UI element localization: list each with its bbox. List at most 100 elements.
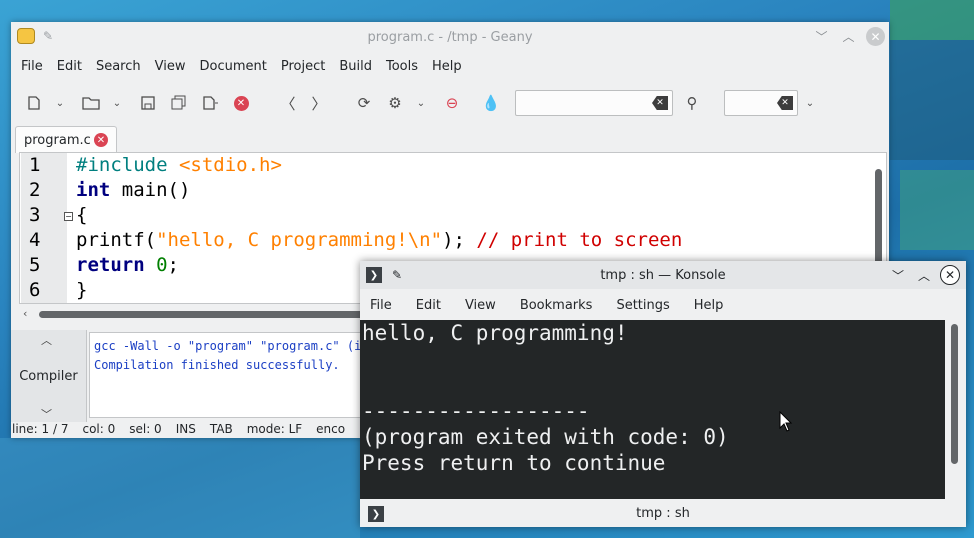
code-text: }: [76, 279, 88, 301]
save-all-icon[interactable]: [168, 92, 190, 114]
code-line: #include <stdio.h>: [76, 154, 282, 176]
goto-line-input[interactable]: ✕: [724, 90, 798, 116]
chevron-down-icon: ﹀: [891, 268, 904, 283]
desktop-shape: [900, 170, 974, 250]
pin-icon[interactable]: ✎: [392, 268, 402, 282]
line-number-gutter: 1 2 3 4 5 6: [21, 153, 67, 303]
stop-icon[interactable]: ⊖: [441, 92, 463, 114]
window-title: program.c - /tmp - Geany: [367, 29, 533, 45]
menu-file[interactable]: File: [21, 59, 43, 74]
maximize-button[interactable]: ︿: [914, 265, 934, 285]
code-line: int main(): [76, 179, 190, 201]
konsole-tabbar: ❯ tmp : sh: [360, 500, 966, 527]
menu-project[interactable]: Project: [281, 59, 325, 74]
menu-help[interactable]: Help: [694, 298, 724, 313]
scroll-thumb[interactable]: [39, 311, 369, 318]
code-text: );: [442, 229, 477, 251]
pin-icon[interactable]: ✎: [43, 29, 53, 43]
minimize-button[interactable]: ﹀: [888, 265, 908, 285]
tab-compiler[interactable]: ︿ Compiler ﹀: [11, 330, 87, 422]
keyword: return: [76, 254, 145, 276]
scroll-thumb[interactable]: [951, 324, 958, 464]
reload-icon[interactable]: ⟳: [353, 92, 375, 114]
mouse-pointer-icon: [779, 411, 793, 432]
open-folder-icon[interactable]: [80, 92, 102, 114]
back-icon[interactable]: 〈: [277, 92, 299, 114]
status-sel: sel: 0: [129, 422, 162, 436]
terminal-output[interactable]: hello, C programming! ------------------…: [360, 320, 945, 499]
clear-icon[interactable]: ✕: [777, 96, 793, 110]
clear-icon[interactable]: ✕: [652, 96, 668, 110]
konsole-titlebar: ❯ ✎ tmp : sh — Konsole ﹀ ︿ ✕: [360, 261, 966, 289]
close-icon: ✕: [944, 268, 956, 282]
forward-icon[interactable]: 〉: [308, 92, 330, 114]
tab-program-c[interactable]: program.c ✕: [15, 126, 117, 153]
konsole-menubar: File Edit View Bookmarks Settings Help: [360, 291, 966, 319]
build-icon[interactable]: ⚙: [384, 92, 406, 114]
menu-file[interactable]: File: [370, 298, 392, 313]
chevron-down-icon[interactable]: ⌄: [54, 92, 66, 114]
terminal-line: hello, C programming!: [362, 321, 628, 345]
fold-marker-icon[interactable]: −: [64, 212, 73, 221]
terminal-icon[interactable]: ❯: [368, 506, 384, 522]
chevron-down-icon[interactable]: ⌄: [111, 92, 123, 114]
konsole-title: tmp : sh — Konsole: [600, 267, 726, 283]
line-number: 3: [29, 204, 41, 226]
search-icon[interactable]: ⚲: [681, 92, 703, 114]
new-file-icon[interactable]: [23, 92, 45, 114]
desktop-shape: [890, 40, 974, 160]
string-literal: "hello, C programming!\n": [156, 229, 443, 251]
maximize-button[interactable]: ︿: [839, 27, 858, 46]
comment: // print to screen: [476, 229, 683, 251]
minimize-button[interactable]: ﹀: [812, 27, 831, 46]
menu-view[interactable]: View: [155, 59, 186, 74]
revert-icon[interactable]: [199, 92, 221, 114]
line-number: 2: [29, 179, 41, 201]
chevron-down-icon: ﹀: [815, 30, 828, 44]
konsole-window: ❯ ✎ tmp : sh — Konsole ﹀ ︿ ✕ File Edit V…: [360, 261, 966, 527]
menu-document[interactable]: Document: [199, 59, 266, 74]
tab-bar: program.c ✕: [11, 126, 889, 153]
close-icon[interactable]: ✕: [94, 133, 108, 147]
status-tab: TAB: [209, 422, 233, 436]
include-path: <stdio.h>: [178, 154, 282, 176]
chevron-up-icon[interactable]: ︿: [41, 332, 52, 348]
code-line: {: [76, 204, 87, 226]
close-button[interactable]: ✕: [940, 265, 960, 285]
geany-icon[interactable]: [17, 28, 35, 44]
status-mode-ins: INS: [175, 422, 196, 436]
save-icon[interactable]: [137, 92, 159, 114]
terminal-line: Press return to continue: [362, 451, 666, 475]
menu-build[interactable]: Build: [339, 59, 372, 74]
menu-bookmarks[interactable]: Bookmarks: [520, 298, 593, 313]
preprocessor: #include: [76, 154, 179, 176]
color-picker-icon[interactable]: 💧: [480, 92, 502, 114]
scroll-left-icon[interactable]: ‹: [23, 307, 27, 320]
menu-tools[interactable]: Tools: [386, 59, 418, 74]
desktop-shape: [890, 0, 974, 40]
code-text: ;: [167, 254, 179, 276]
chevron-down-icon[interactable]: ⌄: [804, 92, 816, 114]
close-file-icon[interactable]: ✕: [230, 92, 252, 114]
menu-settings[interactable]: Settings: [616, 298, 669, 313]
toolbar: ⌄ ⌄ ✕ 〈 〉 ⟳ ⚙ ⌄ ⊖ 💧 ✕ ⚲ ✕ ⌄: [11, 80, 889, 126]
menu-search[interactable]: Search: [96, 59, 141, 74]
terminal-scrollbar[interactable]: [948, 324, 960, 472]
terminal-icon[interactable]: ❯: [366, 267, 382, 283]
geany-titlebar: ✎ program.c - /tmp - Geany ﹀ ︿ ✕: [11, 22, 889, 52]
close-button[interactable]: ✕: [866, 27, 885, 46]
keyword: int: [76, 179, 111, 201]
menubar: File Edit Search View Document Project B…: [11, 52, 889, 80]
menu-edit[interactable]: Edit: [416, 298, 441, 313]
menu-edit[interactable]: Edit: [57, 59, 82, 74]
menu-view[interactable]: View: [465, 298, 496, 313]
number-literal: 0: [156, 254, 168, 276]
chevron-down-icon[interactable]: ⌄: [415, 92, 427, 114]
search-input[interactable]: ✕: [515, 90, 673, 116]
line-number: 5: [29, 254, 41, 276]
menu-help[interactable]: Help: [432, 59, 462, 74]
session-tab[interactable]: tmp : sh: [636, 506, 690, 521]
code-text: main(): [110, 179, 191, 201]
